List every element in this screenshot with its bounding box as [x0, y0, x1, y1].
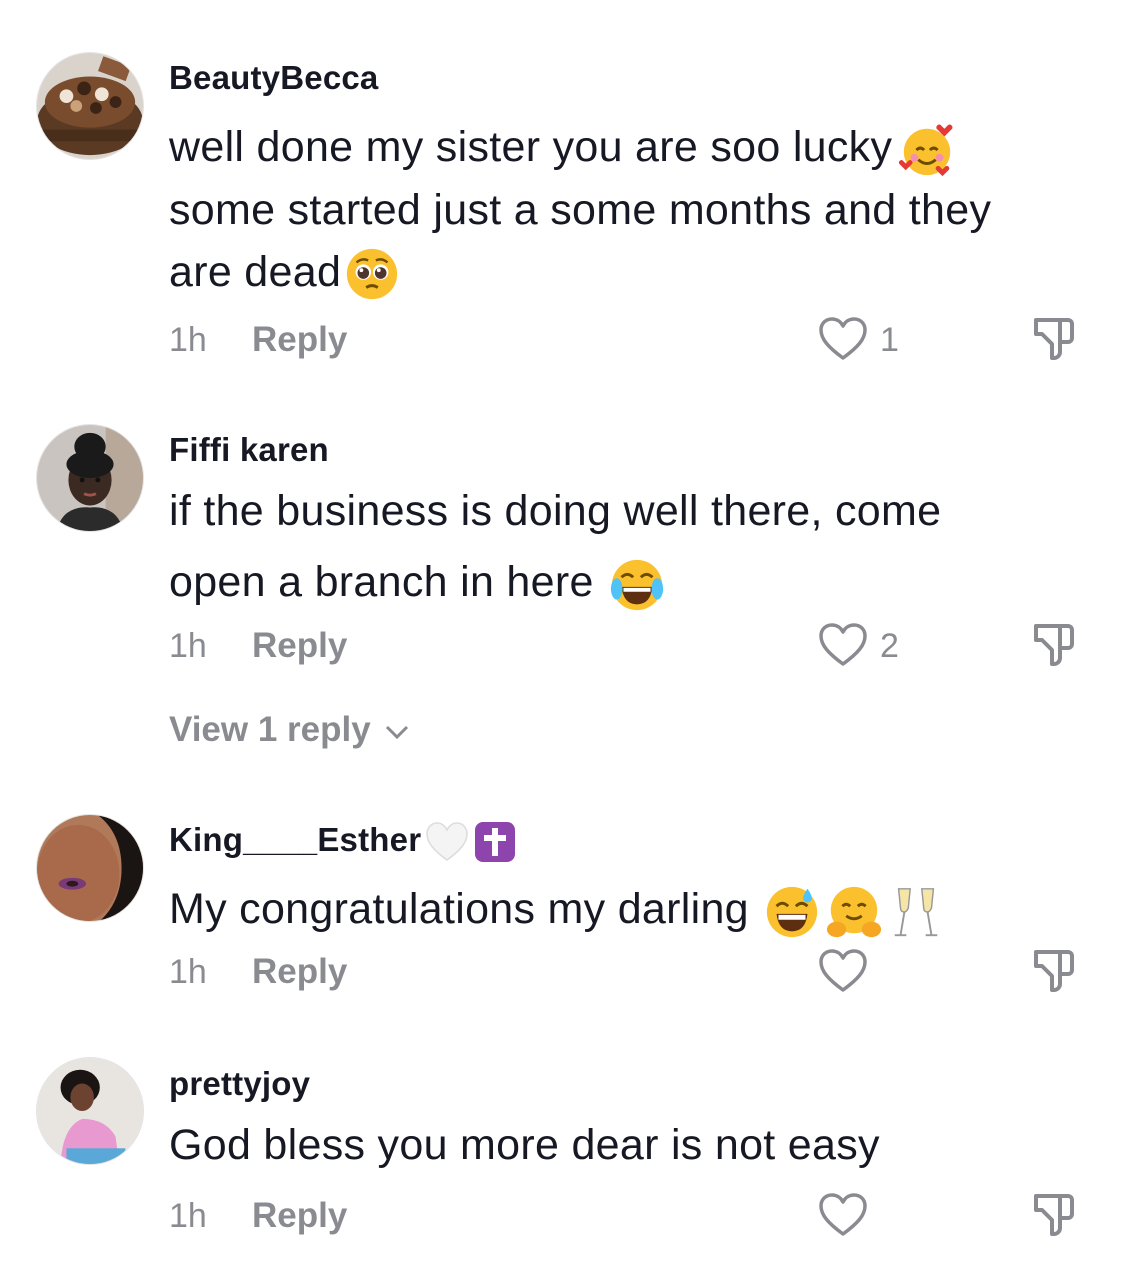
comment-text: if the business is doing well there, com…: [169, 480, 1069, 622]
like-count: 2: [880, 627, 899, 665]
face-with-tears-of-joy-icon: [608, 556, 666, 614]
reply-button[interactable]: Reply: [252, 1196, 347, 1236]
avatar[interactable]: [36, 52, 144, 160]
thumbs-down-icon: [1034, 624, 1074, 666]
comment-time: 1h: [169, 627, 207, 665]
avatar[interactable]: [36, 1057, 144, 1165]
comment-time: 1h: [169, 321, 207, 359]
comment-text: My congratulations my darling: [169, 878, 1069, 941]
reply-button[interactable]: Reply: [252, 320, 347, 360]
like-count: 1: [880, 321, 899, 359]
username[interactable]: Fiffi karen: [169, 430, 329, 470]
white-heart-icon: [425, 820, 469, 864]
thumbs-down-icon: [1034, 1194, 1074, 1236]
comment-time: 1h: [169, 1197, 207, 1235]
heart-icon: [819, 949, 867, 992]
comment-time: 1h: [169, 953, 207, 991]
smiling-face-with-hearts-icon: [898, 121, 956, 179]
view-replies-button[interactable]: View 1 reply: [169, 710, 412, 750]
dislike-button[interactable]: [1028, 1188, 1080, 1240]
pleading-face-icon: [343, 245, 401, 303]
dislike-button[interactable]: [1028, 618, 1080, 670]
username[interactable]: King____Esther: [169, 820, 517, 864]
heart-icon: [819, 317, 867, 360]
like-button[interactable]: [818, 946, 868, 996]
username[interactable]: prettyjoy: [169, 1064, 310, 1104]
like-button[interactable]: [818, 620, 868, 670]
reply-button[interactable]: Reply: [252, 626, 347, 666]
dislike-button[interactable]: [1028, 312, 1080, 364]
like-button[interactable]: [818, 1190, 868, 1240]
avatar[interactable]: [36, 424, 144, 532]
username[interactable]: BeautyBecca: [169, 58, 378, 98]
grinning-face-with-sweat-icon: [763, 883, 821, 941]
thumbs-down-icon: [1034, 318, 1074, 360]
hugging-face-icon: [825, 883, 883, 941]
reply-button[interactable]: Reply: [252, 952, 347, 992]
chevron-down-icon: [386, 725, 409, 739]
comment-text: well done my sister you are soo lucky so…: [169, 116, 1069, 303]
dislike-button[interactable]: [1028, 944, 1080, 996]
thumbs-down-icon: [1034, 950, 1074, 992]
latin-cross-icon: [473, 820, 517, 864]
heart-icon: [819, 623, 867, 666]
heart-icon: [819, 1193, 867, 1236]
avatar[interactable]: [36, 814, 144, 922]
clinking-glasses-icon: [887, 883, 945, 941]
like-button[interactable]: [818, 314, 868, 364]
comment-text: God bless you more dear is not easy: [169, 1121, 880, 1169]
